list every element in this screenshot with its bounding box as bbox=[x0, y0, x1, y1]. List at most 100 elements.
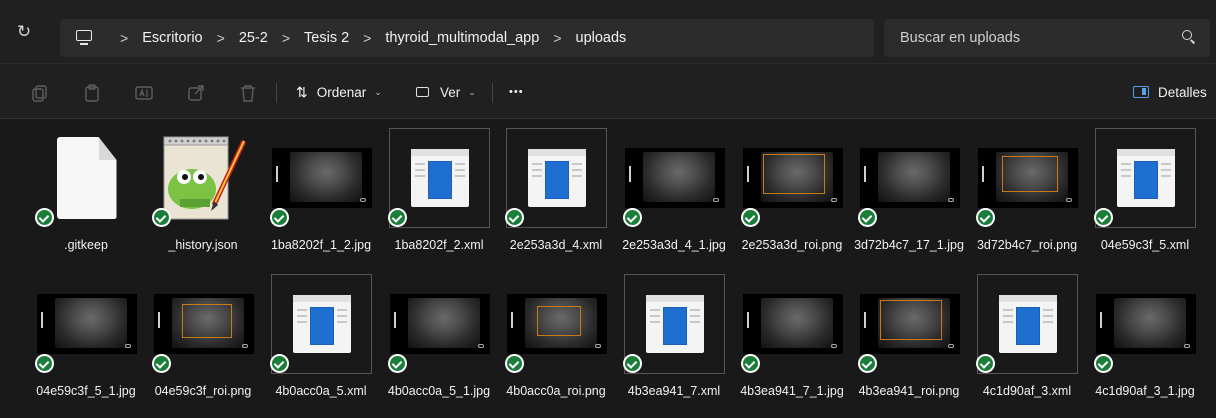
file-item[interactable]: 2e253a3d_4.xml bbox=[500, 124, 612, 268]
file-item[interactable]: 4b3ea941_roi.png bbox=[853, 270, 965, 414]
command-bar: ⇅ Ordenar ⌄ Ver ⌄ ••• Detalles bbox=[0, 63, 1216, 119]
file-name-label: 4c1d90af_3.xml bbox=[982, 384, 1072, 398]
file-item[interactable]: 4c1d90af_3.xml bbox=[971, 270, 1083, 414]
probe-marker bbox=[477, 344, 484, 348]
synced-check-icon bbox=[741, 354, 760, 373]
scale-marker bbox=[275, 166, 278, 182]
share-icon[interactable] bbox=[187, 84, 205, 102]
file-item[interactable]: 04e59c3f_5_1.jpg bbox=[30, 270, 142, 414]
file-item[interactable]: 4b3ea941_7.xml bbox=[618, 270, 730, 414]
roi-box bbox=[879, 300, 942, 340]
file-item[interactable]: 04e59c3f_5.xml bbox=[1089, 124, 1201, 268]
file-name-label: .gitkeep bbox=[64, 238, 108, 252]
synced-check-icon bbox=[505, 208, 524, 227]
ultrasound-thumbnail bbox=[1095, 294, 1196, 354]
file-name-label: _history.json bbox=[168, 238, 238, 252]
notepad-plus-plus-icon bbox=[156, 133, 252, 223]
ultrasound-image bbox=[877, 152, 950, 202]
ultrasound-thumbnail bbox=[153, 294, 254, 354]
ultrasound-image bbox=[1113, 298, 1186, 348]
xml-file-icon bbox=[410, 149, 469, 207]
file-item[interactable]: .gitkeep bbox=[30, 124, 142, 268]
details-button[interactable]: Detalles bbox=[1133, 80, 1207, 104]
search-icon[interactable] bbox=[1182, 30, 1196, 44]
more-options-button[interactable]: ••• bbox=[509, 80, 524, 104]
ultrasound-image bbox=[407, 298, 480, 348]
breadcrumb-separator[interactable]: > bbox=[363, 30, 371, 46]
details-pane-icon bbox=[1133, 86, 1149, 98]
file-item[interactable]: _history.json bbox=[147, 124, 259, 268]
synced-check-icon bbox=[35, 354, 54, 373]
synced-check-icon bbox=[35, 208, 54, 227]
chevron-down-icon: ⌄ bbox=[374, 86, 382, 97]
synced-check-icon bbox=[623, 354, 642, 373]
file-item[interactable]: 04e59c3f_roi.png bbox=[147, 270, 259, 414]
xml-file-icon bbox=[527, 149, 586, 207]
blank-file-icon bbox=[56, 137, 117, 219]
scale-marker bbox=[628, 166, 631, 182]
file-item[interactable]: 3d72b4c7_roi.png bbox=[971, 124, 1083, 268]
roi-box bbox=[1001, 156, 1058, 192]
file-item[interactable]: 4c1d90af_3_1.jpg bbox=[1089, 270, 1201, 414]
probe-marker bbox=[359, 198, 366, 202]
breadcrumb-thyroid-app[interactable]: thyroid_multimodal_app bbox=[385, 30, 539, 46]
file-item[interactable]: 1ba8202f_2.xml bbox=[383, 124, 495, 268]
breadcrumb-25-2[interactable]: 25-2 bbox=[239, 30, 268, 46]
ultrasound-image bbox=[54, 298, 127, 348]
breadcrumb-separator[interactable]: > bbox=[120, 30, 128, 46]
probe-marker bbox=[1065, 198, 1072, 202]
file-item[interactable]: 4b0acc0a_5.xml bbox=[265, 270, 377, 414]
ultrasound-image bbox=[289, 152, 362, 202]
file-name-label: 4b3ea941_7_1.jpg bbox=[740, 384, 844, 398]
search-input[interactable]: Buscar en uploads bbox=[884, 19, 1210, 57]
probe-marker bbox=[830, 344, 837, 348]
roi-box bbox=[536, 306, 581, 336]
synced-check-icon bbox=[270, 354, 289, 373]
file-grid: .gitkeep _history.json 1ba8202f_1_2.jpg 1ba… bbox=[0, 119, 1216, 418]
view-label: Ver bbox=[440, 84, 461, 100]
breadcrumb-escritorio[interactable]: Escritorio bbox=[142, 30, 202, 46]
breadcrumb-uploads[interactable]: uploads bbox=[576, 30, 627, 46]
scale-marker bbox=[863, 166, 866, 182]
file-item[interactable]: 4b0acc0a_5_1.jpg bbox=[383, 270, 495, 414]
scale-marker bbox=[863, 312, 866, 328]
synced-check-icon bbox=[976, 354, 995, 373]
view-button[interactable]: Ver ⌄ bbox=[416, 80, 476, 104]
file-item[interactable]: 4b3ea941_7_1.jpg bbox=[736, 270, 848, 414]
file-name-label: 04e59c3f_5_1.jpg bbox=[36, 384, 136, 398]
file-item[interactable]: 4b0acc0a_roi.png bbox=[500, 270, 612, 414]
file-name-label: 4b3ea941_7.xml bbox=[627, 384, 721, 398]
refresh-icon[interactable]: ↻ bbox=[14, 22, 34, 42]
sort-button[interactable]: ⇅ Ordenar ⌄ bbox=[296, 80, 382, 104]
synced-check-icon bbox=[152, 208, 171, 227]
breadcrumb-separator[interactable]: > bbox=[217, 30, 225, 46]
paste-icon[interactable] bbox=[83, 84, 101, 102]
file-name-label: 4b0acc0a_roi.png bbox=[506, 384, 606, 398]
breadcrumb-separator[interactable]: > bbox=[553, 30, 561, 46]
breadcrumb-tesis-2[interactable]: Tesis 2 bbox=[304, 30, 349, 46]
file-item[interactable]: 2e253a3d_4_1.jpg bbox=[618, 124, 730, 268]
ultrasound-thumbnail bbox=[859, 148, 960, 208]
delete-icon[interactable] bbox=[239, 84, 257, 102]
xml-file-icon bbox=[645, 295, 704, 353]
details-label: Detalles bbox=[1158, 84, 1207, 100]
synced-check-icon bbox=[976, 208, 995, 227]
synced-check-icon bbox=[623, 208, 642, 227]
breadcrumb-separator[interactable]: > bbox=[282, 30, 290, 46]
scale-marker bbox=[157, 312, 160, 328]
address-bar[interactable]: > Escritorio > 25-2 > Tesis 2 > thyroid_… bbox=[60, 19, 874, 57]
file-item[interactable]: 2e253a3d_roi.png bbox=[736, 124, 848, 268]
rename-icon[interactable] bbox=[135, 84, 153, 102]
file-name-label: 2e253a3d_roi.png bbox=[741, 238, 843, 252]
synced-check-icon bbox=[388, 354, 407, 373]
file-item[interactable]: 3d72b4c7_17_1.jpg bbox=[853, 124, 965, 268]
copy-icon[interactable] bbox=[31, 84, 49, 102]
synced-check-icon bbox=[741, 208, 760, 227]
ultrasound-thumbnail bbox=[506, 294, 607, 354]
file-item[interactable]: 1ba8202f_1_2.jpg bbox=[265, 124, 377, 268]
synced-check-icon bbox=[388, 208, 407, 227]
this-pc-icon[interactable] bbox=[74, 29, 94, 47]
synced-check-icon bbox=[270, 208, 289, 227]
scale-marker bbox=[393, 312, 396, 328]
xml-file-icon bbox=[1116, 149, 1175, 207]
